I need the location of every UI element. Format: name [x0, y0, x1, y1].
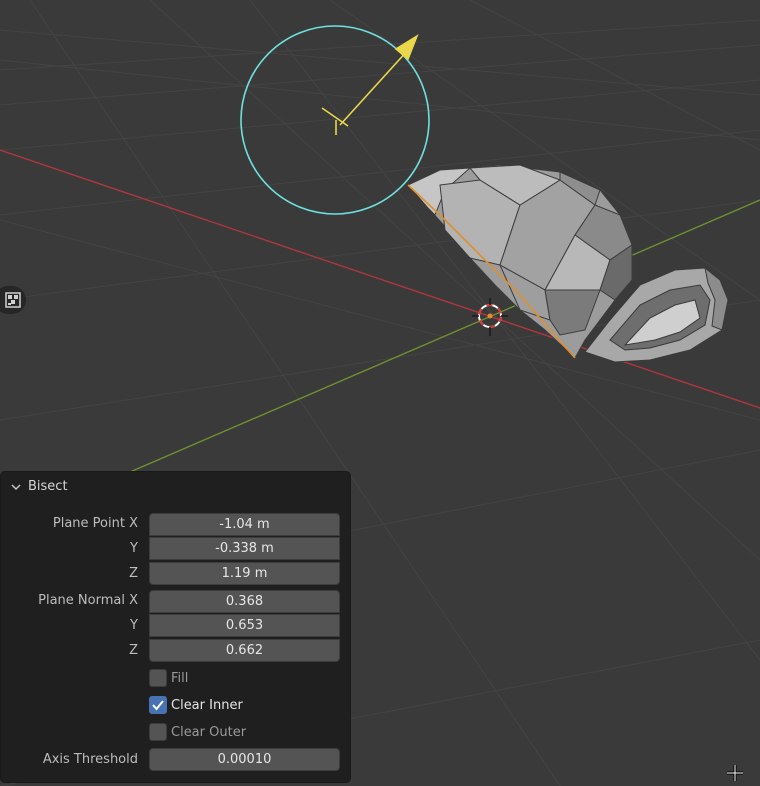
plane-normal-z-label: Z [129, 643, 138, 658]
clear-outer-checkbox-box[interactable] [149, 723, 167, 741]
operator-panel-title: Bisect [28, 479, 68, 494]
clear-outer-checkbox[interactable]: Clear Outer [149, 722, 246, 742]
plane-normal-x-label: Plane Normal X [38, 593, 138, 608]
plane-point-x-field[interactable]: -1.04 m [149, 513, 340, 536]
bisect-gizmo-circle[interactable] [240, 25, 430, 215]
fill-checkbox[interactable]: Fill [149, 668, 188, 688]
axis-threshold-label: Axis Threshold [42, 752, 138, 767]
operator-panel-header[interactable]: Bisect [1, 472, 350, 502]
plane-normal-y-label: Y [130, 618, 138, 633]
plane-point-y-label: Y [130, 541, 138, 556]
operator-panel: Bisect Plane Point X -1.04 m Y -0.338 m … [1, 472, 350, 782]
clear-inner-checkbox-box[interactable] [149, 696, 167, 714]
clear-inner-label: Clear Inner [171, 697, 243, 713]
checkmark-icon [152, 700, 164, 711]
axis-threshold-field[interactable]: 0.00010 [149, 748, 340, 771]
fill-checkbox-box[interactable] [149, 669, 167, 687]
plane-normal-z-field[interactable]: 0.662 [149, 639, 340, 662]
clear-inner-checkbox[interactable]: Clear Inner [149, 695, 243, 715]
bisect-gizmo-arrow[interactable] [321, 34, 419, 135]
plane-point-z-label: Z [129, 566, 138, 581]
object-mode-icon [5, 292, 21, 308]
fill-label: Fill [171, 670, 189, 686]
clear-outer-label: Clear Outer [171, 724, 247, 740]
chevron-down-icon [11, 484, 21, 491]
plane-point-x-label: Plane Point X [52, 516, 138, 531]
plane-normal-y-field[interactable]: 0.653 [149, 614, 340, 637]
plane-point-z-field[interactable]: 1.19 m [149, 562, 340, 585]
3d-cursor-icon[interactable] [472, 298, 508, 336]
x-axis-line [0, 149, 760, 409]
plane-point-y-field[interactable]: -0.338 m [149, 537, 340, 560]
monkey-mesh[interactable] [407, 164, 633, 359]
plane-normal-x-field[interactable]: 0.368 [149, 590, 340, 613]
crosshair-cursor-icon [727, 765, 743, 781]
